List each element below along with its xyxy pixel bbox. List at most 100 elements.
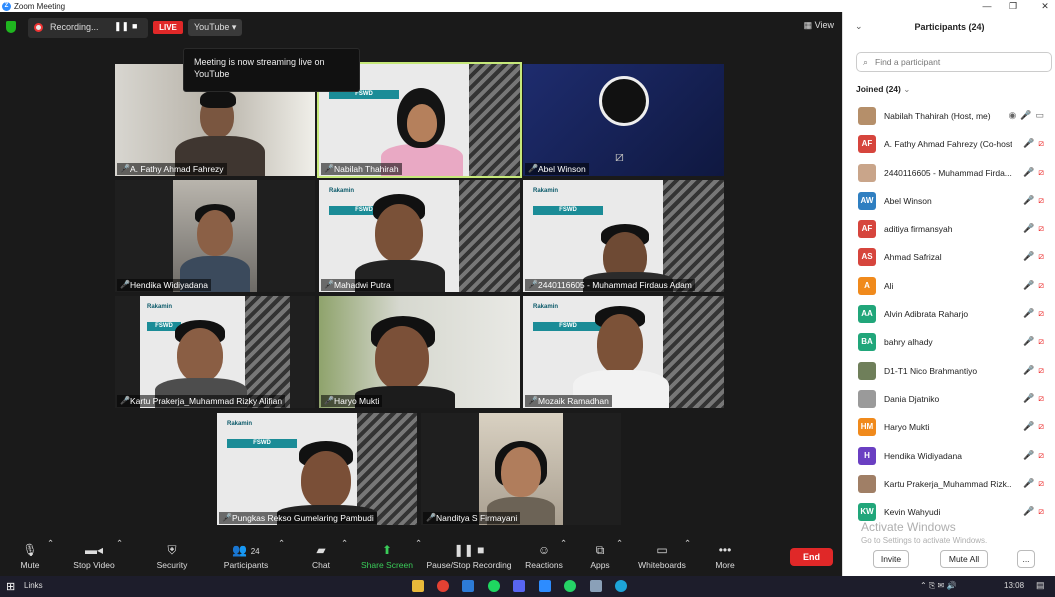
tile-name-label: 🎤 A. Fathy Ahmad Fahrezy <box>117 163 227 175</box>
security-button[interactable]: ⛨ Security <box>152 538 192 576</box>
panel-footer: Invite Mute All ... <box>843 548 1055 576</box>
invite-button[interactable]: Invite <box>873 550 909 568</box>
mute-button[interactable]: 🎙 Mute <box>14 538 46 576</box>
app-icon[interactable] <box>590 580 602 592</box>
participant-row[interactable]: A Ali 🎤⧄ <box>843 272 1055 300</box>
discord-icon[interactable] <box>513 580 525 592</box>
participant-row[interactable]: Kartu Prakerja_Muhammad Rizk... 🎤⧄ <box>843 470 1055 498</box>
video-tile[interactable]: ⧄ 🎤 Abel Winson <box>523 64 724 176</box>
minimize-icon[interactable]: — <box>980 0 994 12</box>
participant-row[interactable]: HM Haryo Mukti 🎤⧄ <box>843 413 1055 441</box>
chrome-icon[interactable] <box>437 580 449 592</box>
video-tile[interactable]: Rakamin FSWD 🎤 Pungkas Rekso Gumelaring P… <box>217 413 417 525</box>
participant-search-input[interactable]: ⌕ Find a participant <box>856 52 1052 72</box>
meeting-topbar: Recording... ❚❚ ■ LIVE YouTube ▾ ▦ View <box>0 18 842 38</box>
vscode-icon[interactable] <box>462 580 474 592</box>
reactions-options-chevron-icon[interactable]: ⌃ <box>560 538 567 549</box>
links-toolbar[interactable]: Links <box>24 581 43 590</box>
chat-bubble-icon: ▰ <box>316 543 326 557</box>
apps-icon: ⧉ <box>595 543 605 557</box>
tile-name-label: 🎤 Abel Winson <box>525 163 589 175</box>
participant-row[interactable]: H Hendika Widiyadana 🎤⧄ <box>843 442 1055 470</box>
video-tile[interactable]: Rakamin FSWD 🎤 2440116605 - Muhammad Fird… <box>523 180 724 292</box>
whatsapp-icon[interactable] <box>564 580 576 592</box>
muted-mic-camera-icon: 🎤⧄ <box>1023 166 1048 177</box>
participant-row[interactable]: Dania Djatniko 🎤⧄ <box>843 385 1055 413</box>
participant-row[interactable]: AW Abel Winson 🎤⧄ <box>843 187 1055 215</box>
muted-mic-camera-icon: 🎤⧄ <box>1023 308 1048 319</box>
chat-button[interactable]: ▰ Chat <box>306 538 336 576</box>
activate-windows-watermark: Activate Windows <box>861 520 956 534</box>
whiteboard-options-chevron-icon[interactable]: ⌃ <box>684 538 691 549</box>
avatar: AA <box>858 305 876 324</box>
notification-icon[interactable]: ▤ <box>1036 580 1045 591</box>
edge-icon[interactable] <box>615 580 627 592</box>
mute-options-chevron-icon[interactable]: ⌃ <box>47 538 54 549</box>
security-shield-icon[interactable] <box>6 21 16 33</box>
end-meeting-button[interactable]: End <box>790 548 833 566</box>
participant-row[interactable]: Nabilah Thahirah (Host, me) ◉🎤▭ <box>843 102 1055 130</box>
muted-mic-camera-icon: 🎤⧄ <box>1023 364 1048 375</box>
file-explorer-icon[interactable] <box>412 580 424 592</box>
rakamin-logo-text: Rakamin <box>227 421 253 427</box>
tile-name-label: 🎤 Mozaik Ramadhan <box>525 395 612 407</box>
spotify-icon[interactable] <box>488 580 500 592</box>
participant-row[interactable]: D1-T1 Nico Brahmantiyo 🎤⧄ <box>843 357 1055 385</box>
pause-stop-recording-button[interactable]: ❚❚ ■ Pause/Stop Recording <box>424 538 514 576</box>
participant-name: Nabilah Thahirah (Host, me) <box>884 111 991 121</box>
share-screen-button[interactable]: ⬆ Share Screen <box>360 538 414 576</box>
share-options-chevron-icon[interactable]: ⌃ <box>415 538 422 549</box>
participant-name: Hendika Widiyadana <box>884 450 962 461</box>
zoom-logo-icon: Z <box>2 1 11 11</box>
video-tile[interactable]: Rakamin FSWD 🎤 Mozaik Ramadhan <box>523 296 724 408</box>
video-tile[interactable]: 🎤 Nanditya S Firmayani <box>421 413 621 525</box>
clock: 13:08 <box>1004 581 1025 590</box>
participant-name: 2440116605 - Muhammad Firda... <box>884 167 1012 178</box>
view-button[interactable]: ▦ View <box>804 20 834 31</box>
participant-row[interactable]: 2440116605 - Muhammad Firda... 🎤⧄ <box>843 159 1055 187</box>
meeting-view: Recording... ❚❚ ■ LIVE YouTube ▾ ▦ View … <box>0 12 842 576</box>
avatar: BA <box>858 333 876 352</box>
video-options-chevron-icon[interactable]: ⌃ <box>116 538 123 549</box>
participants-options-chevron-icon[interactable]: ⌃ <box>278 538 285 549</box>
windows-start-icon[interactable]: ⊞ <box>6 580 15 593</box>
avatar: A <box>858 276 876 295</box>
participant-name: D1-T1 Nico Brahmantiyo <box>884 365 978 376</box>
more-button[interactable]: ••• More <box>710 538 740 576</box>
participant-row[interactable]: BA bahry alhady 🎤⧄ <box>843 328 1055 356</box>
participant-row[interactable]: AA Alvin Adibrata Raharjo 🎤⧄ <box>843 300 1055 328</box>
close-icon[interactable]: ✕ <box>1038 0 1052 12</box>
muted-mic-camera-icon: 🎤⧄ <box>1023 506 1048 517</box>
stop-recording-icon[interactable]: ■ <box>132 21 137 31</box>
zoom-taskbar-icon[interactable] <box>539 580 551 592</box>
apps-options-chevron-icon[interactable]: ⌃ <box>616 538 623 549</box>
system-tray-icons[interactable]: ⌃ ⎘ ✉ 🔊 <box>920 581 956 591</box>
mic-muted-icon: 🎤 <box>120 396 130 405</box>
participant-row[interactable]: AF aditiya firmansyah 🎤⧄ <box>843 215 1055 243</box>
maximize-icon[interactable]: ❐ <box>1006 0 1020 12</box>
mic-muted-icon: 🎤 <box>120 280 130 289</box>
tile-name-label: 🎤 Kartu Prakerja_Muhammad Rizky Alifian <box>117 395 286 407</box>
microphone-icon: 🎙 <box>22 543 38 557</box>
video-tile[interactable]: 🎤 Hendika Widiyadana <box>115 180 315 292</box>
more-options-button[interactable]: ... <box>1017 550 1035 568</box>
chat-options-chevron-icon[interactable]: ⌃ <box>341 538 348 549</box>
rakamin-logo-text: Rakamin <box>329 188 355 194</box>
whiteboards-button[interactable]: ▭ Whiteboards <box>636 538 688 576</box>
joined-section-header[interactable]: Joined (24) ⌄ <box>856 84 910 95</box>
stream-target-dropdown[interactable]: YouTube ▾ <box>188 19 242 36</box>
pause-recording-icon[interactable]: ❚❚ <box>114 21 129 32</box>
reactions-button[interactable]: ☺ Reactions <box>524 538 564 576</box>
fswd-badge: FSWD <box>533 206 603 215</box>
video-tile[interactable]: 🎤 Haryo Mukti <box>319 296 520 408</box>
participant-row[interactable]: AS Ahmad Safrizal 🎤⧄ <box>843 243 1055 271</box>
mute-all-button[interactable]: Mute All <box>940 550 988 568</box>
video-tile[interactable]: Rakamin FSWD 🎤 Mahadwi Putra <box>319 180 520 292</box>
participant-row[interactable]: AF A. Fathy Ahmad Fahrezy (Co-host) 🎤⧄ <box>843 130 1055 158</box>
muted-mic-camera-icon: 🎤⧄ <box>1023 223 1048 234</box>
video-tile[interactable]: Rakamin FSWD 🎤 Kartu Prakerja_Muhammad Ri… <box>115 296 315 408</box>
participants-button[interactable]: 👥 24 Participants <box>220 538 272 576</box>
participants-panel: ⌄ Participants (24) ⌕ Find a participant… <box>842 12 1055 576</box>
apps-button[interactable]: ⧉ Apps <box>586 538 614 576</box>
stop-video-button[interactable]: ▬◂ Stop Video <box>70 538 118 576</box>
